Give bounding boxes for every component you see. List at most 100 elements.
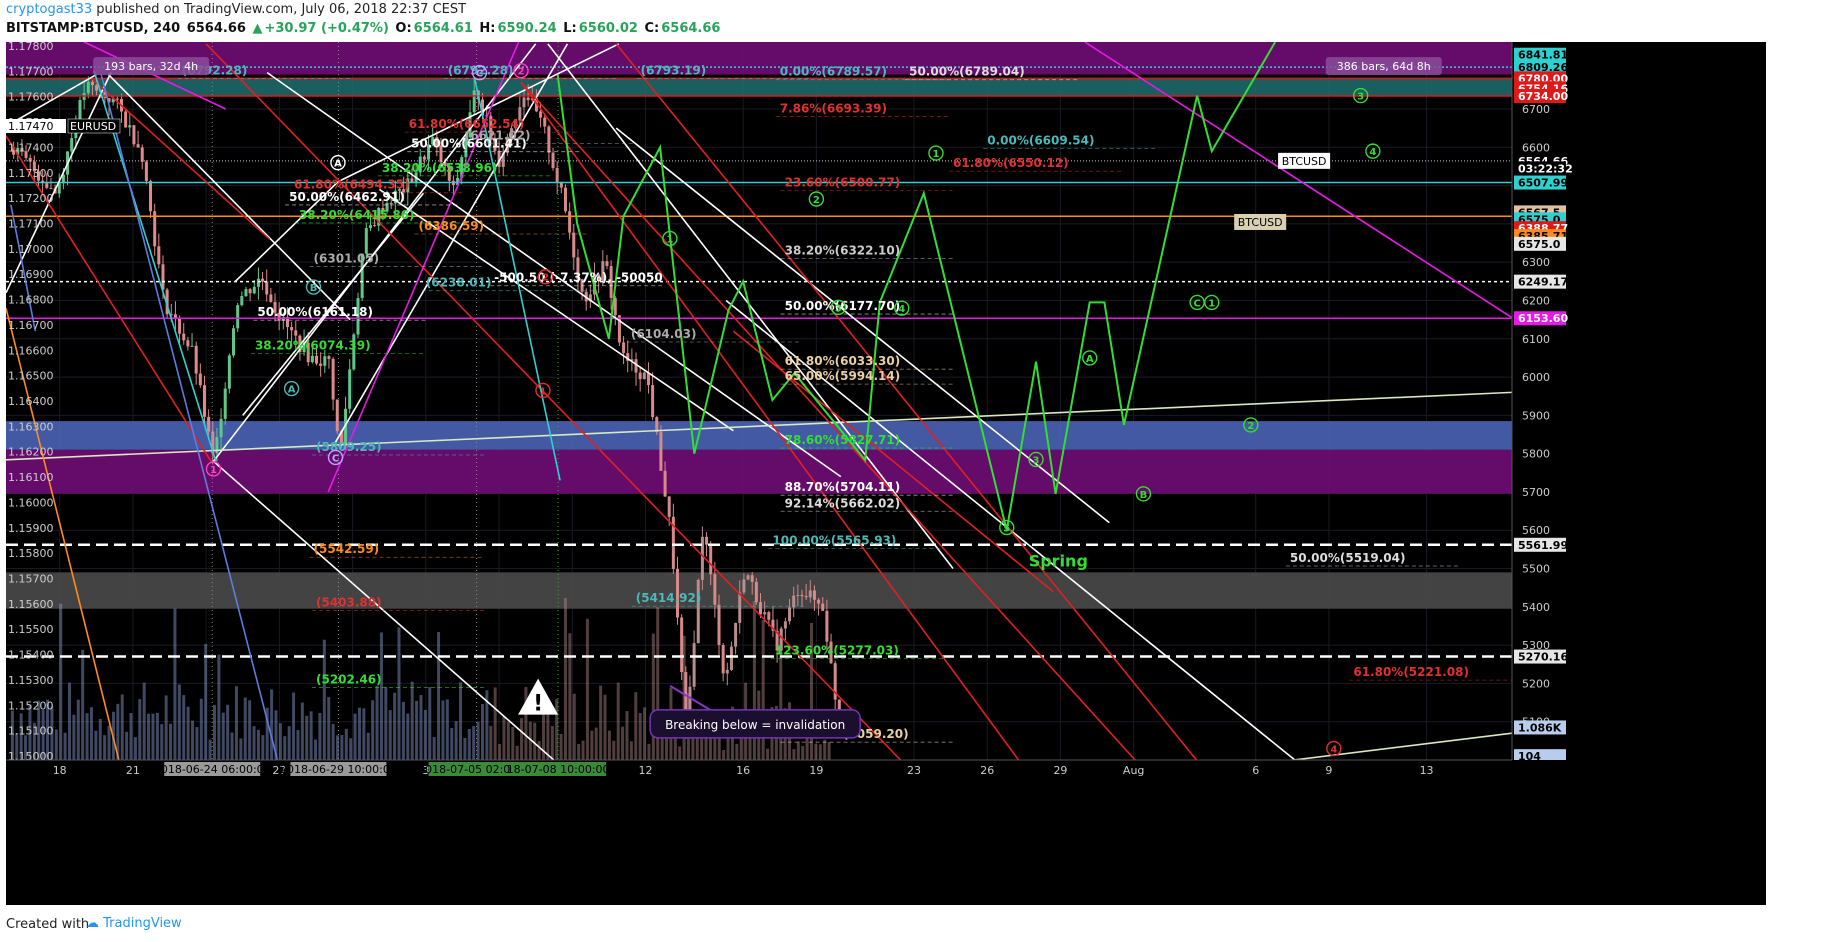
volume-bar [217, 654, 221, 760]
candle-body [746, 575, 750, 580]
volume-bar [287, 726, 291, 760]
time-axis-tick: 18 [53, 764, 67, 777]
fib-level-label: 50.00%(5519.04) [1290, 551, 1406, 565]
volume-bar [801, 746, 805, 760]
chart-header: cryptogast33 published on TradingView.co… [0, 0, 1828, 42]
candle-body [472, 90, 476, 113]
volume-bar [182, 695, 186, 760]
right-axis-tick: 5400 [1522, 601, 1550, 614]
volume-bar [393, 692, 397, 760]
volume-bar [515, 745, 519, 760]
volume-bar [489, 725, 493, 760]
author-link[interactable]: cryptogast33 [6, 2, 92, 17]
left-axis-tick: 1.15300 [8, 674, 54, 687]
fib-level-label: 38.20%(6538.96) [382, 161, 498, 175]
volume-bar [401, 701, 405, 760]
wave-label: 2 [542, 273, 549, 284]
candle-body [70, 138, 74, 152]
volume-bar [511, 726, 515, 760]
fib-level-label: 65.00%(5994.14) [785, 369, 901, 383]
volume-bar [577, 743, 581, 760]
volume-bar [647, 743, 651, 760]
left-axis-tick: 1.15500 [8, 623, 54, 636]
volume-bar [344, 728, 348, 760]
fib-level-label: (5542.59) [314, 542, 380, 556]
volume-bar [537, 741, 541, 760]
candle-body [236, 305, 240, 329]
candle-body [734, 622, 738, 647]
left-axis-tick: 1.17100 [8, 218, 54, 231]
volume-bar [415, 700, 419, 760]
candle-body [198, 373, 202, 386]
wave-label: 4 [898, 304, 905, 315]
tradingview-link[interactable]: ☁ TradingView [86, 916, 182, 931]
candle-body [132, 125, 136, 145]
candle-body [812, 590, 816, 600]
wave-label: A [1086, 354, 1094, 365]
right-axis-tick: 6600 [1522, 141, 1550, 154]
time-axis-tick: 12 [639, 764, 653, 777]
volume-bar [138, 699, 142, 760]
candle-body [713, 574, 717, 605]
volume-bar [480, 704, 484, 760]
wave-label: 2 [1247, 421, 1254, 432]
volume-bar [305, 715, 309, 760]
time-axis-tick: 9 [1325, 764, 1332, 777]
wave-label: C [1193, 298, 1200, 309]
candle-body [331, 358, 335, 400]
volume-bar [133, 737, 137, 760]
candle-body [173, 314, 177, 318]
right-axis-tick: 6300 [1522, 256, 1550, 269]
candle-body [149, 180, 153, 212]
left-axis-tick: 1.17700 [8, 65, 54, 78]
time-axis-tick: 26 [980, 764, 994, 777]
candle-body [659, 432, 663, 471]
volume-bar [524, 686, 528, 760]
candle-body [128, 125, 132, 128]
volume-bar [314, 739, 318, 760]
publish-line: cryptogast33 published on TradingView.co… [6, 2, 466, 17]
candlestick-chart[interactable]: (6792.28) (6792.28) (6793.19) 0.00%(6789.57… [5, 40, 1766, 910]
candle-body [207, 416, 211, 432]
volume-bar [239, 738, 243, 760]
left-axis-tick: 1.17600 [8, 91, 54, 104]
candle-body [90, 81, 94, 86]
candle-body [792, 595, 796, 608]
volume-bar [748, 738, 752, 760]
candle-body [422, 156, 426, 160]
tradingview-brand: TradingView [103, 916, 182, 931]
volume-bar [81, 649, 85, 760]
fib-level-label: 88.70%(5704.11) [785, 480, 901, 494]
volume-bar [643, 707, 647, 760]
volume-bar [283, 736, 287, 760]
last-price: 6564.66 [186, 21, 246, 36]
candle-body [219, 418, 223, 438]
candle-body [319, 363, 323, 366]
volume-bar [585, 618, 589, 760]
volume-bar [59, 603, 63, 760]
left-axis-tick: 1.16200 [8, 446, 54, 459]
volume-bar [191, 720, 195, 760]
candle-body [526, 97, 530, 101]
price-label: 6153.60 [1518, 312, 1568, 325]
volume-bar [651, 633, 655, 760]
candle-body [256, 278, 260, 287]
warning-exclamation: ! [533, 692, 543, 717]
volume-bar [336, 735, 340, 760]
candle-body [696, 579, 700, 644]
volume-bar [278, 723, 282, 760]
right-axis-tick: 6700 [1522, 103, 1550, 116]
volume-bar [204, 643, 208, 760]
price-label: 5270.16 [1518, 651, 1568, 664]
wave-label: A [288, 385, 296, 396]
volume-bar [107, 725, 111, 760]
volume-bar [463, 737, 467, 760]
price-label: 6841.81 [1518, 49, 1568, 62]
price-label: 6734.00 [1518, 90, 1568, 103]
volume-bar [120, 694, 124, 760]
left-axis-tick: 1.17200 [8, 192, 54, 205]
candle-body [788, 607, 792, 622]
volume-bar [226, 704, 230, 760]
symbol-label[interactable]: BITSTAMP:BTCUSD, 240 [6, 21, 180, 36]
chart-area[interactable]: (6792.28) (6792.28) (6793.19) 0.00%(6789.57… [5, 40, 1766, 910]
